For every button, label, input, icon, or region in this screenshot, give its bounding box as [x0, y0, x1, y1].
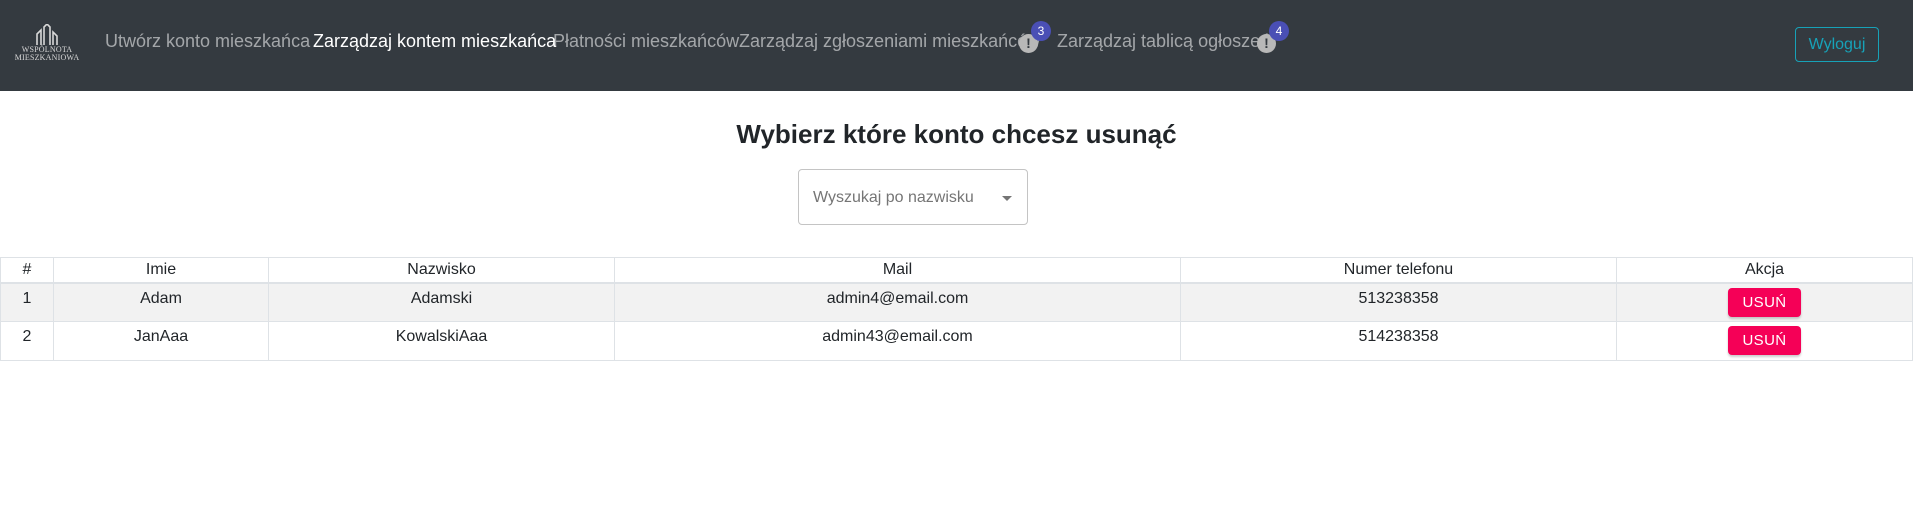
logo-text: WSPÓLNOTA MIESZKANIOWA — [14, 46, 80, 62]
cell-action: USUŃ — [1616, 321, 1913, 361]
app-logo[interactable]: WSPÓLNOTA MIESZKANIOWA — [14, 24, 80, 64]
cell-phone: 513238358 — [1180, 282, 1617, 322]
cell-phone: 514238358 — [1180, 321, 1617, 361]
nav-link-create-account[interactable]: Utwórz konto mieszkańca — [105, 30, 310, 52]
column-header-action: Akcja — [1616, 257, 1913, 284]
cell-last-name: KowalskiAaa — [268, 321, 615, 361]
cell-mail: admin43@email.com — [614, 321, 1181, 361]
cell-first-name: Adam — [53, 282, 269, 322]
dropdown-arrow-icon — [1002, 196, 1012, 201]
table-row: 2 JanAaa KowalskiAaa admin43@email.com 5… — [0, 321, 1913, 361]
nav-link-payments[interactable]: Płatności mieszkańców — [553, 30, 739, 52]
delete-button[interactable]: USUŃ — [1728, 326, 1801, 355]
page-title: Wybierz które konto chcesz usunąć — [736, 119, 1177, 149]
nav-link-manage-board[interactable]: Zarządzaj tablicą ogłoszeń — [1057, 30, 1270, 52]
cell-number: 1 — [0, 282, 54, 322]
logout-button[interactable]: Wyloguj — [1795, 27, 1879, 62]
delete-button[interactable]: USUŃ — [1728, 287, 1801, 317]
nav-link-manage-account[interactable]: Zarządzaj kontem mieszkańca — [313, 30, 556, 52]
nav-link-manage-reports[interactable]: Zarządzaj zgłoszeniami mieszkańców — [739, 30, 1040, 52]
board-count-badge: 4 — [1269, 21, 1289, 41]
cell-action: USUŃ — [1616, 282, 1913, 322]
cell-number: 2 — [0, 321, 54, 361]
cell-first-name: JanAaa — [53, 321, 269, 361]
search-placeholder: Wyszukaj po nazwisku — [813, 189, 974, 206]
column-header-last-name: Nazwisko — [268, 257, 615, 284]
reports-count-badge: 3 — [1031, 21, 1051, 41]
cell-mail: admin4@email.com — [614, 282, 1181, 322]
column-header-mail: Mail — [614, 257, 1181, 284]
surname-search-select[interactable]: Wyszukaj po nazwisku — [798, 169, 1028, 225]
table-row: 1 Adam Adamski admin4@email.com 51323835… — [0, 282, 1913, 322]
table-header-row: # Imie Nazwisko Mail Numer telefonu Akcj… — [0, 257, 1913, 284]
column-header-phone: Numer telefonu — [1180, 257, 1617, 284]
users-table: # Imie Nazwisko Mail Numer telefonu Akcj… — [0, 257, 1913, 361]
top-navbar: WSPÓLNOTA MIESZKANIOWA Utwórz konto mies… — [0, 0, 1913, 91]
column-header-first-name: Imie — [53, 257, 269, 284]
building-logo-icon — [36, 24, 58, 45]
column-header-number: # — [0, 257, 54, 284]
cell-last-name: Adamski — [268, 282, 615, 322]
logo-line-2: MIESZKANIOWA — [14, 53, 80, 62]
